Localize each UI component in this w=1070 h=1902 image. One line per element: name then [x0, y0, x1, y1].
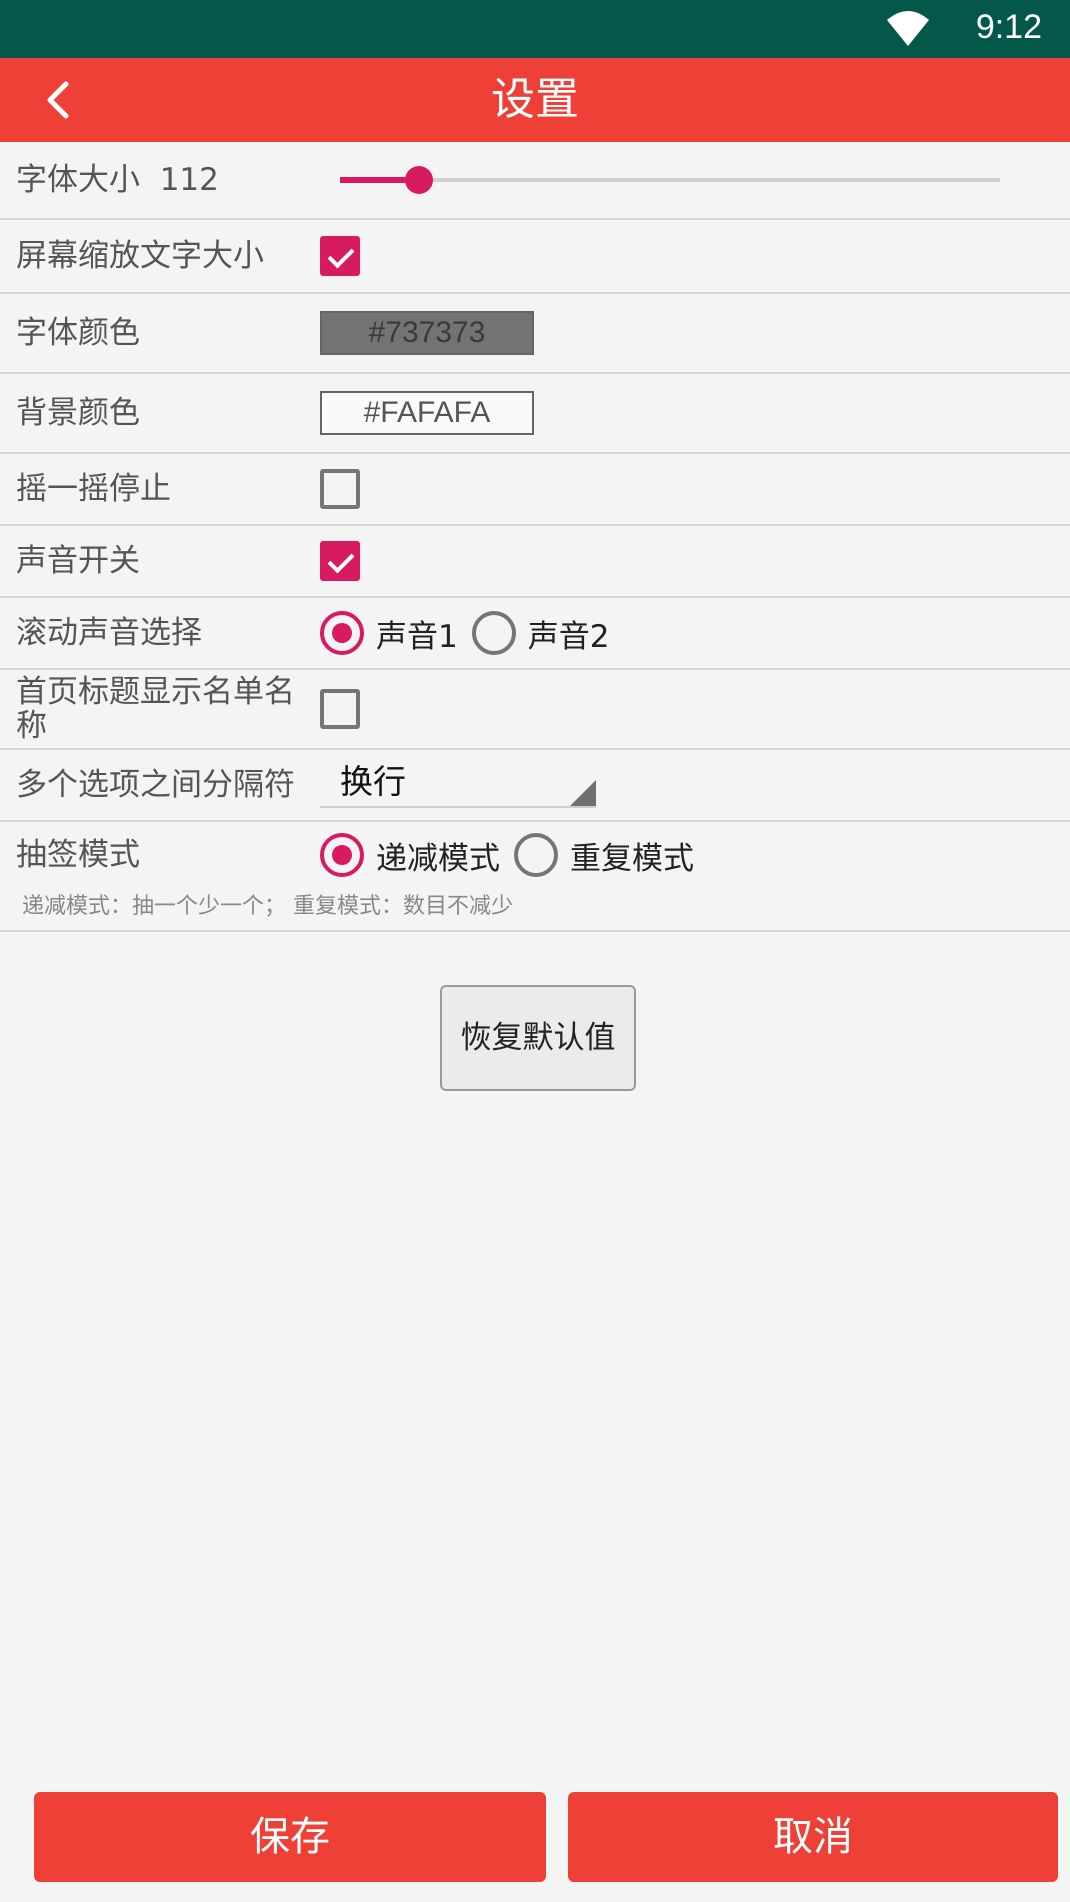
setting-row-scale-text: 屏幕缩放文字大小	[0, 220, 1070, 294]
sound1-label: 声音1	[376, 618, 458, 655]
status-bar: 9:12	[0, 0, 1070, 58]
setting-row-font-size: 字体大小 112	[0, 142, 1070, 220]
font-color-label: 字体颜色	[16, 315, 140, 351]
font-color-picker[interactable]: #737373	[320, 311, 534, 355]
save-button[interactable]: 保存	[34, 1792, 546, 1882]
settings-list: 字体大小 112 屏幕缩放文字大小 字体颜色 #737373 背景颜色 #FAF…	[0, 142, 1070, 932]
dropdown-triangle-icon	[570, 780, 596, 806]
setting-row-bg-color: 背景颜色 #FAFAFA	[0, 374, 1070, 454]
font-size-label: 字体大小 112	[16, 162, 219, 198]
setting-row-separator: 多个选项之间分隔符 换行	[0, 750, 1070, 822]
scroll-sound-radio-group: 声音1 声音2	[320, 611, 623, 656]
sound2-radio[interactable]: 声音2	[471, 611, 610, 656]
setting-row-show-list-name: 首页标题显示名单名称	[0, 670, 1070, 750]
draw-mode-label: 抽签模式	[16, 837, 140, 873]
shake-stop-checkbox[interactable]	[320, 469, 360, 509]
separator-value: 换行	[340, 762, 406, 801]
restore-defaults-button[interactable]: 恢复默认值	[440, 985, 636, 1091]
setting-row-shake-stop: 摇一摇停止	[0, 454, 1070, 526]
sound-switch-checkbox[interactable]	[320, 541, 360, 581]
show-list-name-checkbox[interactable]	[320, 689, 360, 729]
shake-stop-label: 摇一摇停止	[16, 471, 171, 507]
radio-circle	[320, 611, 364, 655]
radio-circle	[320, 833, 364, 877]
setting-row-sound-switch: 声音开关	[0, 526, 1070, 598]
bg-color-label: 背景颜色	[16, 395, 140, 431]
separator-dropdown[interactable]: 换行	[320, 762, 596, 808]
repeat-mode-label: 重复模式	[570, 840, 694, 877]
sound2-label: 声音2	[527, 618, 610, 655]
radio-circle	[514, 833, 558, 877]
show-list-name-label: 首页标题显示名单名称	[16, 674, 295, 744]
slider-track	[340, 178, 1000, 182]
decrement-mode-label: 递减模式	[376, 840, 500, 877]
setting-row-font-color: 字体颜色 #737373	[0, 294, 1070, 374]
font-size-slider[interactable]	[340, 160, 1000, 200]
app-bar: 设置	[0, 58, 1070, 142]
decrement-mode-radio[interactable]: 递减模式	[320, 833, 500, 878]
draw-mode-hint: 递减模式：抽一个少一个； 重复模式：数目不减少	[22, 894, 513, 919]
bg-color-picker[interactable]: #FAFAFA	[320, 391, 534, 435]
scale-text-label: 屏幕缩放文字大小	[16, 238, 264, 274]
status-time: 9:12	[975, 8, 1042, 46]
radio-circle	[471, 611, 516, 655]
setting-row-draw-mode: 抽签模式 递减模式 重复模式 递减模式：抽一个少一个； 重复模式：数目不减少	[0, 822, 1070, 932]
repeat-mode-radio[interactable]: 重复模式	[514, 833, 694, 878]
scroll-sound-label: 滚动声音选择	[16, 615, 202, 651]
draw-mode-radio-group: 递减模式 重复模式	[320, 833, 708, 878]
wifi-icon	[887, 11, 929, 46]
separator-label: 多个选项之间分隔符	[16, 767, 295, 803]
sound1-radio[interactable]: 声音1	[320, 611, 458, 656]
slider-thumb[interactable]	[405, 166, 434, 194]
sound-switch-label: 声音开关	[16, 543, 140, 579]
scale-text-checkbox[interactable]	[320, 236, 360, 276]
setting-row-scroll-sound: 滚动声音选择 声音1 声音2	[0, 598, 1070, 670]
cancel-button[interactable]: 取消	[568, 1792, 1058, 1882]
page-title: 设置	[491, 74, 579, 125]
